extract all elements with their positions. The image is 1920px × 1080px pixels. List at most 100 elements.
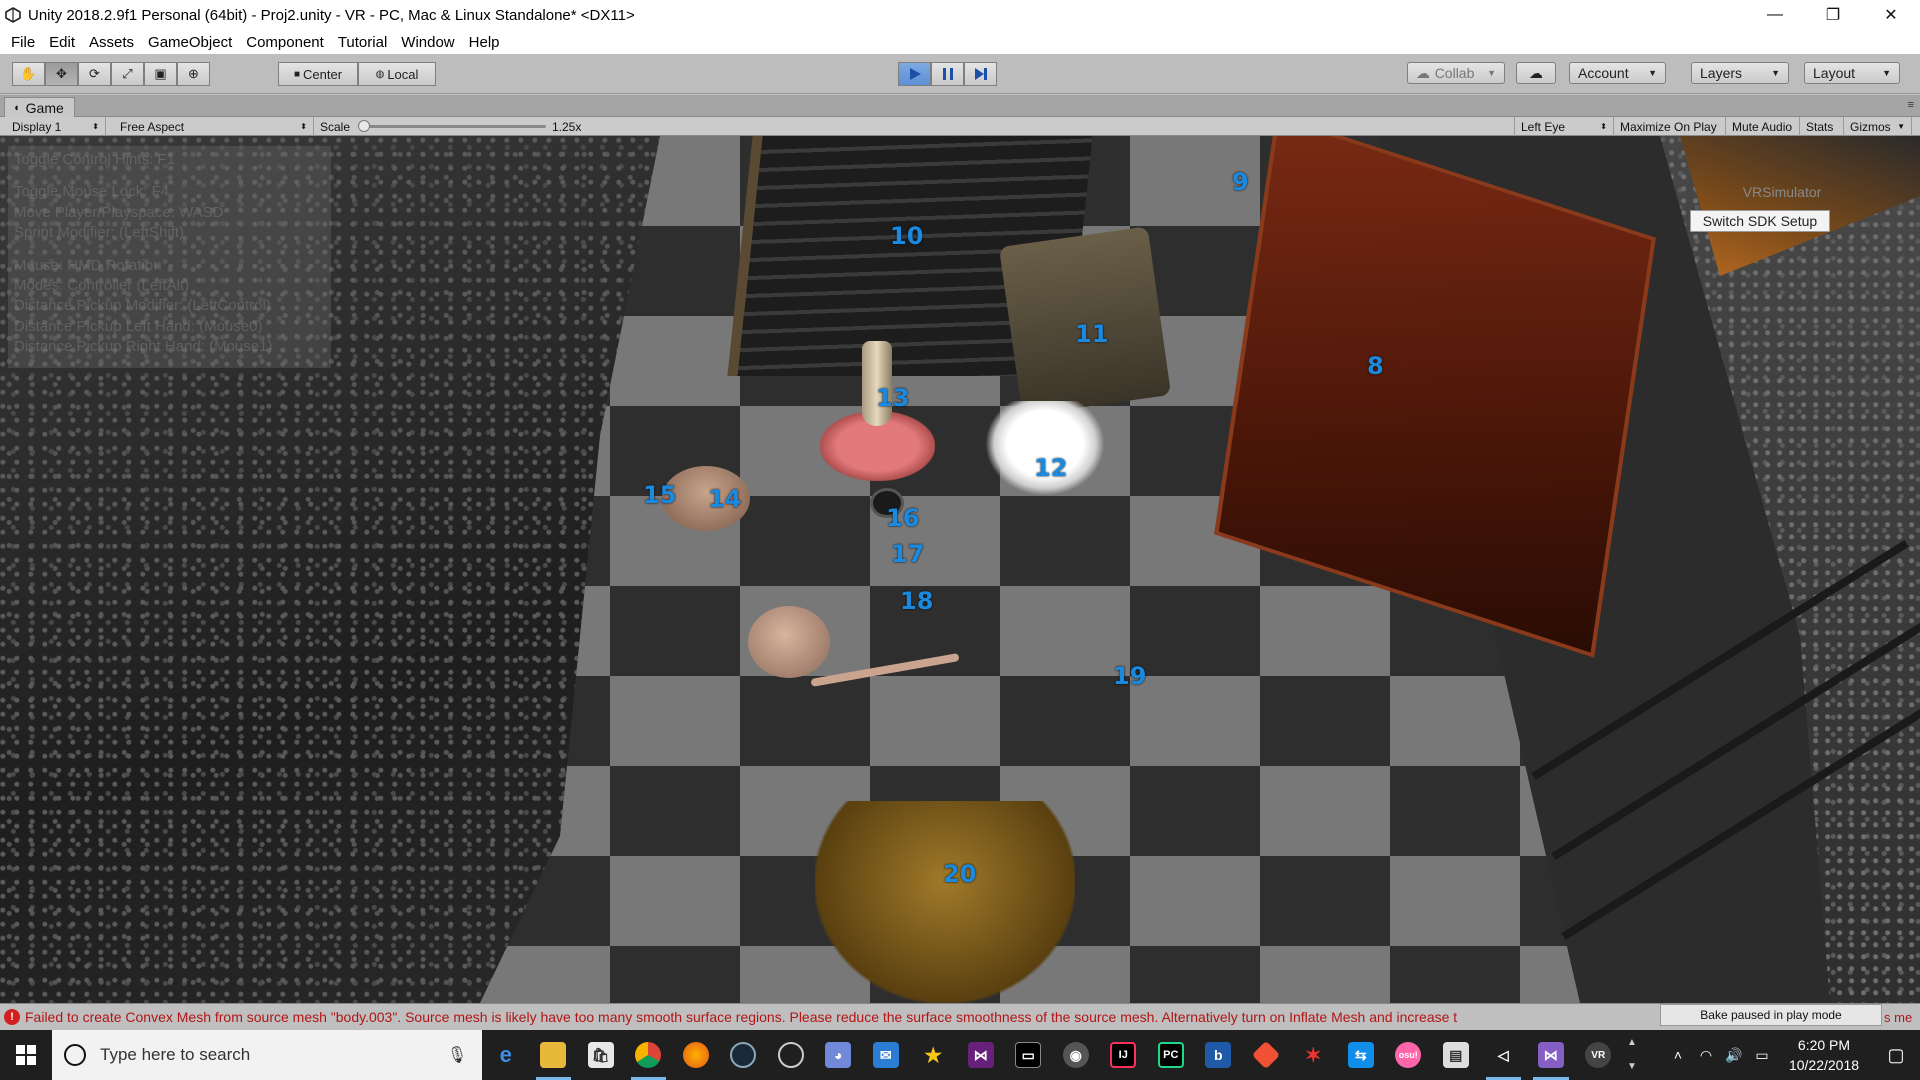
playback-controls xyxy=(898,62,997,86)
mute-audio-toggle[interactable]: Mute Audio xyxy=(1726,117,1800,136)
object-label: 17 xyxy=(891,540,925,568)
menu-tutorial[interactable]: Tutorial xyxy=(331,34,394,51)
hint-line: Modes: Controller (LeftAlt) xyxy=(14,277,190,295)
gizmos-dropdown[interactable]: Gizmos ▼ xyxy=(1844,117,1912,136)
taskbar-search[interactable]: Type here to search 🎙 xyxy=(52,1030,482,1080)
osu-icon[interactable]: osu! xyxy=(1385,1030,1433,1080)
photo-icon[interactable]: ▤ xyxy=(1432,1030,1480,1080)
git-icon[interactable] xyxy=(1242,1030,1290,1080)
layers-label: Layers xyxy=(1700,65,1743,81)
layers-dropdown[interactable]: Layers ▼ xyxy=(1691,62,1789,84)
start-button[interactable] xyxy=(0,1030,52,1080)
wifi-icon[interactable]: ◠ xyxy=(1692,1047,1720,1064)
minimize-button[interactable]: — xyxy=(1746,0,1804,30)
discord-icon[interactable]: ◕ xyxy=(815,1030,863,1080)
hint-line: Move Player/Playspace: WASD xyxy=(14,203,224,221)
blend-icon[interactable]: b xyxy=(1195,1030,1243,1080)
unity-icon[interactable]: ◁ xyxy=(1480,1030,1528,1080)
scale-value: 1.25x xyxy=(552,120,582,134)
hint-line: Mouse: HMD Rotation xyxy=(14,256,162,274)
game-viewport[interactable]: 8 9 10 11 12 13 14 15 16 17 18 19 20 Tog… xyxy=(0,136,1920,1003)
show-hidden-icons-icon[interactable]: ˄ xyxy=(1664,1047,1692,1063)
maximize-on-play-toggle[interactable]: Maximize On Play xyxy=(1614,117,1726,136)
file-explorer-icon[interactable] xyxy=(530,1030,578,1080)
stats-toggle[interactable]: Stats xyxy=(1800,117,1844,136)
scale-slider-thumb[interactable] xyxy=(358,120,370,132)
object-label: 13 xyxy=(876,384,910,412)
menu-edit[interactable]: Edit xyxy=(42,34,82,51)
restore-button[interactable]: ❐ xyxy=(1804,0,1862,30)
taskbar-scroll[interactable]: ▲ ▼ xyxy=(1622,1031,1642,1079)
aspect-dropdown[interactable]: Free Aspect ⬍ xyxy=(114,117,314,136)
menu-component[interactable]: Component xyxy=(239,34,331,51)
window-title: Unity 2018.2.9f1 Personal (64bit) - Proj… xyxy=(28,6,635,24)
menu-file[interactable]: File xyxy=(4,34,42,51)
steam-icon[interactable] xyxy=(720,1030,768,1080)
move-tool-icon[interactable]: ✥ xyxy=(45,62,78,86)
tab-game[interactable]: ◖ Game xyxy=(4,97,75,117)
intellij-icon[interactable]: IJ xyxy=(1100,1030,1148,1080)
collab-label: Collab xyxy=(1434,65,1475,81)
rect-tool-icon[interactable]: ▣ xyxy=(144,62,177,86)
cloud-services-button[interactable]: ☁ xyxy=(1516,62,1556,84)
scale-slider-track[interactable] xyxy=(362,125,546,128)
system-clock[interactable]: 6:20 PM 10/22/2018 xyxy=(1776,1035,1872,1075)
switch-sdk-setup-button[interactable]: Switch SDK Setup xyxy=(1690,210,1830,232)
menu-window[interactable]: Window xyxy=(394,34,461,51)
hand-tool-icon[interactable]: ✋ xyxy=(12,62,45,86)
play-button[interactable] xyxy=(898,62,931,86)
vr-icon[interactable]: VR xyxy=(1575,1030,1623,1080)
object-label: 19 xyxy=(1113,662,1147,690)
mail-icon[interactable]: ✉ xyxy=(862,1030,910,1080)
star-icon[interactable]: ★ xyxy=(910,1030,958,1080)
windows-logo-icon xyxy=(16,1045,36,1065)
pivot-local-button[interactable]: ◍ Local xyxy=(358,62,436,86)
teamviewer-icon[interactable]: ⇆ xyxy=(1337,1030,1385,1080)
battery-icon[interactable]: ▭ xyxy=(1748,1047,1776,1064)
maximize-on-play-label: Maximize On Play xyxy=(1620,119,1717,134)
menu-help[interactable]: Help xyxy=(462,34,507,51)
visual-studio-icon[interactable]: ⋈ xyxy=(957,1030,1005,1080)
chevron-down-icon: ▼ xyxy=(1648,68,1657,78)
menu-gameobject[interactable]: GameObject xyxy=(141,34,239,51)
pycharm-icon[interactable]: PC xyxy=(1147,1030,1195,1080)
pivot-center-button[interactable]: ■ Center xyxy=(278,62,358,86)
step-button[interactable] xyxy=(964,62,997,86)
store-icon[interactable]: 🛍 xyxy=(577,1030,625,1080)
transform-tool-icon[interactable]: ⊕ xyxy=(177,62,210,86)
system-tray: ˄ ◠ 🔊 ▭ 6:20 PM 10/22/2018 ▢ xyxy=(1664,1030,1920,1080)
object-label: 12 xyxy=(1034,454,1068,482)
firefox-icon[interactable] xyxy=(672,1030,720,1080)
display-dropdown[interactable]: Display 1 ⬍ xyxy=(6,117,106,136)
game-icon[interactable]: ◉ xyxy=(1052,1030,1100,1080)
eye-label: Left Eye xyxy=(1521,119,1566,134)
account-dropdown[interactable]: Account ▼ xyxy=(1569,62,1666,84)
unity-hub-icon[interactable] xyxy=(767,1030,815,1080)
hint-line: Sprint Modifier: (LeftShift) xyxy=(14,224,185,242)
console-status-bar[interactable]: ! Failed to create Convex Mesh from sour… xyxy=(0,1003,1920,1030)
notification-center-icon[interactable]: ▢ xyxy=(1872,1045,1920,1066)
edge-icon[interactable]: e xyxy=(482,1030,530,1080)
tab-menu-icon[interactable]: ≡ xyxy=(1908,99,1914,111)
close-button[interactable]: ✕ xyxy=(1862,0,1920,30)
unity-logo-icon xyxy=(4,6,22,24)
menu-assets[interactable]: Assets xyxy=(82,34,141,51)
terminal-icon[interactable]: ▭ xyxy=(1005,1030,1053,1080)
chrome-icon[interactable] xyxy=(625,1030,673,1080)
microphone-icon[interactable]: 🎙 xyxy=(446,1045,468,1065)
rotate-tool-icon[interactable]: ⟳ xyxy=(78,62,111,86)
scroll-up-icon: ▲ xyxy=(1627,1037,1637,1048)
layout-label: Layout xyxy=(1813,65,1856,81)
volume-icon[interactable]: 🔊 xyxy=(1720,1047,1748,1064)
scale-tool-icon[interactable]: ⤢ xyxy=(111,62,144,86)
eye-dropdown[interactable]: Left Eye ⬍ xyxy=(1514,117,1614,136)
play-icon xyxy=(909,68,921,80)
menu-bar: File Edit Assets GameObject Component Tu… xyxy=(0,30,1920,54)
collab-dropdown[interactable]: ☁ Collab ▼ xyxy=(1407,62,1505,84)
pause-button[interactable] xyxy=(931,62,964,86)
visual-studio-purple-icon[interactable]: ⋈ xyxy=(1527,1030,1575,1080)
arrow-app-icon[interactable]: ✶ xyxy=(1290,1030,1338,1080)
layout-dropdown[interactable]: Layout ▼ xyxy=(1804,62,1900,84)
updown-arrow-icon: ⬍ xyxy=(92,122,99,131)
display-label: Display 1 xyxy=(12,119,62,134)
